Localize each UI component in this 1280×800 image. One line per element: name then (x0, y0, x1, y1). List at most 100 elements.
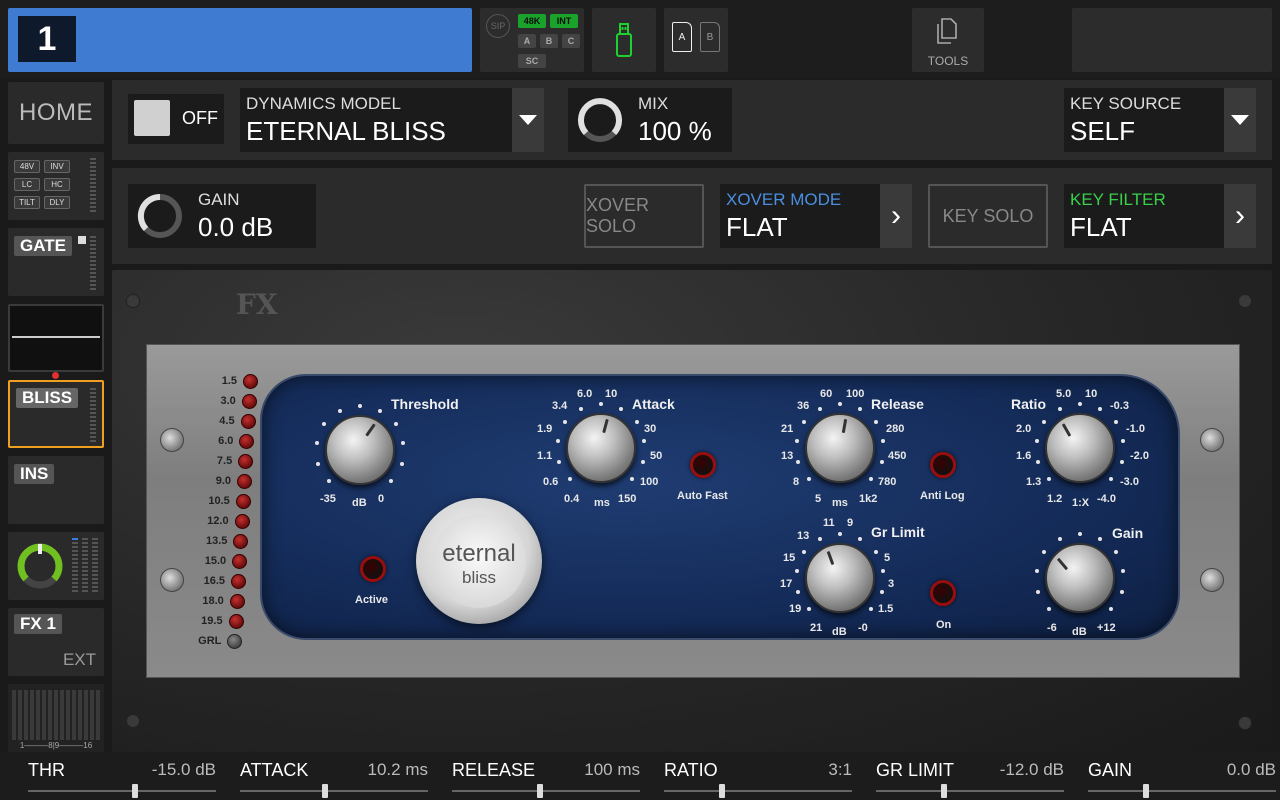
param-attack[interactable]: ATTACK 10.2 ms (240, 752, 428, 800)
knob-tick (377, 408, 382, 413)
key-filter-selector[interactable]: KEY FILTER FLAT › (1064, 184, 1256, 248)
key-solo-button[interactable]: KEY SOLO (928, 184, 1048, 248)
bliss-label: BLISS (16, 388, 79, 408)
param-slider-thumb[interactable] (537, 784, 544, 798)
ratio-unit: 1:X (1072, 497, 1090, 509)
threshold-max: 0 (378, 493, 385, 505)
param-ratio[interactable]: RATIO 3:1 (664, 752, 852, 800)
led-label: 10.5 (208, 495, 230, 507)
knob-indicator (1061, 423, 1072, 437)
attack-title: Attack (632, 396, 675, 412)
gr-limit-knob[interactable] (805, 543, 875, 613)
release-scale-2: 21 (781, 423, 794, 435)
empty-status-slot[interactable] (1072, 8, 1272, 72)
fx-send-block[interactable]: FX 1 EXT (8, 608, 104, 676)
control-panel (260, 374, 1180, 640)
knob-tick (618, 406, 623, 411)
param-gain[interactable]: GAIN 0.0 dB (1088, 752, 1276, 800)
param-slider-thumb[interactable] (1143, 784, 1150, 798)
param-slider-thumb[interactable] (321, 784, 328, 798)
knob-tick (857, 406, 862, 411)
corner-screw (126, 294, 140, 308)
preamp-block[interactable]: 48V INV LC HC TILT DLY (8, 152, 104, 220)
chevron-down-icon (1224, 88, 1256, 152)
model-value: ETERNAL BLISS (246, 116, 446, 146)
knob-tick (857, 536, 862, 541)
ratio-scale-1: 1.6 (1016, 450, 1032, 462)
knob-tick (818, 536, 823, 541)
knob-indicator (826, 550, 835, 566)
param-slider-thumb[interactable] (940, 784, 947, 798)
usb-status-button[interactable] (592, 8, 656, 72)
knob-tick (314, 441, 319, 446)
output-gain-title: Gain (1112, 525, 1144, 541)
ratio-max: -4.0 (1097, 493, 1116, 505)
tilt-tag: TILT (14, 196, 40, 209)
channel-strip-nav: HOME 48V INV LC HC TILT DLY GATE BLISS I… (0, 78, 110, 752)
gr-limit-on-button[interactable] (930, 580, 956, 606)
knob-tick (1078, 532, 1082, 536)
anti-log-button[interactable] (930, 452, 956, 478)
param-release[interactable]: RELEASE 100 ms (452, 752, 640, 800)
auto-fast-button[interactable] (690, 452, 716, 478)
knob-tick (796, 589, 801, 594)
gate-block[interactable]: GATE (8, 228, 104, 296)
home-button[interactable]: HOME (8, 82, 104, 144)
led-label: 6.0 (218, 435, 234, 447)
eq-block[interactable] (8, 304, 104, 372)
attack-min: 0.4 (564, 493, 580, 505)
gr-limit-scale-2: 15 (783, 552, 796, 564)
channel-selector[interactable]: 1 (8, 8, 472, 72)
corner-screw (1238, 294, 1252, 308)
xover-solo-button[interactable]: XOVER SOLO (584, 184, 704, 248)
attack-scale-3: 3.4 (552, 400, 568, 412)
usb-icon (616, 23, 632, 57)
param-track (876, 790, 1064, 792)
knob-tick (1113, 550, 1118, 555)
gain-reduction-led (228, 614, 244, 629)
release-scale-6: 280 (886, 423, 905, 435)
auto-fast-label: Auto Fast (677, 490, 728, 502)
led-label: 1.5 (221, 375, 237, 387)
mix-control[interactable]: MIX 100 % (568, 88, 732, 152)
xover-mode-selector[interactable]: XOVER MODE FLAT › (720, 184, 912, 248)
key-filter-value: FLAT (1070, 212, 1132, 242)
dynamics-header-row: OFF DYNAMICS MODEL ETERNAL BLISS MIX 100… (112, 80, 1272, 160)
param-slider-thumb[interactable] (719, 784, 726, 798)
fader-block[interactable] (8, 532, 104, 600)
threshold-knob[interactable] (325, 415, 395, 485)
dynamics-model-dropdown[interactable]: DYNAMICS MODEL ETERNAL BLISS (240, 88, 544, 152)
tools-button[interactable]: TOOLS (912, 8, 984, 72)
sd-card-a-icon: A (672, 22, 692, 52)
insert-block[interactable]: INS (8, 456, 104, 524)
attack-knob[interactable] (566, 413, 636, 483)
release-scale-7: 450 (888, 450, 907, 462)
release-knob[interactable] (805, 413, 875, 483)
param-value: -12.0 dB (999, 760, 1064, 779)
ratio-knob[interactable] (1045, 413, 1115, 483)
sd-card-status-button[interactable]: A B (664, 8, 728, 72)
bus-meters-block[interactable]: 1———8|9———16 (8, 684, 104, 752)
key-source-dropdown[interactable]: KEY SOURCE SELF (1064, 88, 1256, 152)
corner-screw (126, 714, 140, 728)
bliss-dynamics-block[interactable]: BLISS (8, 380, 104, 448)
knob-tick (796, 459, 801, 464)
parameter-bar: THR -15.0 dB ATTACK 10.2 ms RELEASE 100 ms RAT… (0, 752, 1280, 800)
clock-status-panel[interactable]: SIP 48K INT A B C SC (480, 8, 584, 72)
gain-control[interactable]: GAIN 0.0 dB (128, 184, 316, 248)
attack-scale-8: 100 (640, 476, 659, 488)
dynamics-on-toggle[interactable]: OFF (128, 94, 224, 144)
active-button[interactable] (360, 556, 386, 582)
param-slider-thumb[interactable] (132, 784, 139, 798)
screw (160, 428, 184, 452)
threshold-unit: dB (352, 497, 367, 509)
output-gain-knob[interactable] (1045, 543, 1115, 613)
knob-indicator (1056, 557, 1069, 571)
key-source-value: SELF (1070, 116, 1136, 146)
param-gr-limit[interactable]: GR LIMIT -12.0 dB (876, 752, 1064, 800)
ratio-scale-5: -0.3 (1110, 400, 1129, 412)
sample-rate-tag: 48K (518, 14, 546, 28)
output-gain-max: +12 (1097, 622, 1116, 634)
param-thr[interactable]: THR -15.0 dB (28, 752, 216, 800)
knob-tick (1046, 477, 1051, 482)
